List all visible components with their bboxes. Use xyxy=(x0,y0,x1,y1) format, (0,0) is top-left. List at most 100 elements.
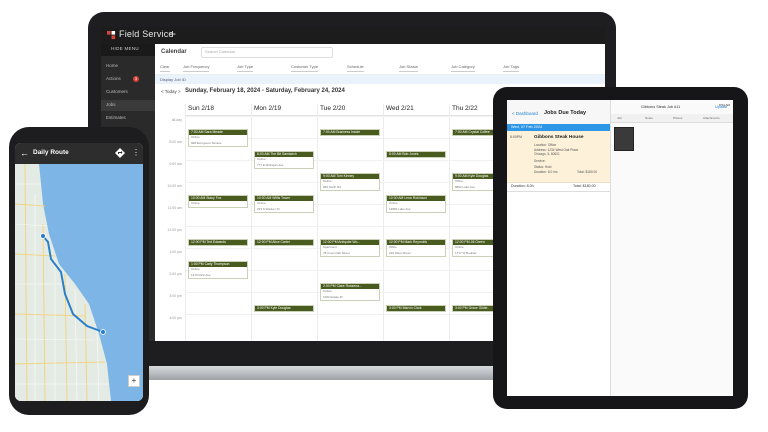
page-title: Calendar xyxy=(161,49,187,55)
job-card[interactable]: 8:00PM Gibbons Steak House Location: Off… xyxy=(507,131,610,183)
hide-menu-label: HIDE MENU xyxy=(111,46,139,51)
calendar-event[interactable]: 8:00 AM The Bit Sandwich Online 777 E Mich… xyxy=(254,151,314,170)
job-detail: Status: Hold xyxy=(534,165,552,169)
day-header-label: Thu 2/22 xyxy=(452,105,478,112)
filter-job-status[interactable]: Job Status xyxy=(399,64,418,72)
day-header[interactable]: Tue 2/20 xyxy=(317,104,383,116)
time-label: 9:00 am xyxy=(169,162,182,166)
calendar-event[interactable]: 2:00 PM Clare Rossena... Online 1002 Estat… xyxy=(320,283,380,302)
event-detail: 14860 Lake Ave xyxy=(389,206,411,211)
event-title: 3:00 PM Marvin Clark xyxy=(387,306,445,312)
info-bar: Display Job ID xyxy=(155,75,605,84)
event-title: 7:00 AM Business Inside xyxy=(321,130,379,136)
search-input[interactable]: Search Calendar xyxy=(201,47,333,58)
filter-bar: Clear Job Frequency Job Type Customer Ty… xyxy=(155,60,605,75)
dashboard-back-link[interactable]: < Dashboard xyxy=(512,111,538,116)
job-detail-pane: 8:54 AM Gibbons Steak Job #11 Update Job… xyxy=(611,100,733,396)
filter-job-category[interactable]: Job Category xyxy=(451,64,475,72)
filter-clear[interactable]: Clear xyxy=(160,64,170,72)
info-text: Display Job ID xyxy=(160,77,186,82)
today-button[interactable]: < Today > xyxy=(161,89,181,94)
tab-notes[interactable]: Notes xyxy=(645,116,653,120)
time-label: 11:00 am xyxy=(167,206,182,210)
time-label: 3:00 pm xyxy=(169,294,182,298)
filter-schedule[interactable]: Schedule xyxy=(347,64,364,72)
sidebar-item-label: Estimates xyxy=(106,115,126,120)
add-icon[interactable]: + xyxy=(169,27,176,41)
time-label: 12:00 pm xyxy=(167,228,182,232)
detail-header: Gibbons Steak Job #11 Update xyxy=(611,100,733,115)
event-detail: 983 North Rd xyxy=(323,184,341,189)
jobs-list-pane: < Dashboard Jobs Due Today Wed, 07 Feb 2… xyxy=(507,100,611,396)
day-header[interactable]: Wed 2/21 xyxy=(383,104,449,116)
actions-badge: 3 xyxy=(133,76,139,82)
zoom-in-button[interactable]: + xyxy=(128,375,140,387)
job-name: Gibbons Steak House xyxy=(534,135,584,140)
tablet-screen: < Dashboard Jobs Due Today Wed, 07 Feb 2… xyxy=(507,100,733,396)
more-icon[interactable]: ⋮ xyxy=(132,148,140,157)
sidebar-item-label: Jobs xyxy=(106,102,116,107)
summary-total: Total: $180.00 xyxy=(573,184,596,188)
event-title: 12:00 PM Alice Carter xyxy=(255,240,313,246)
filter-customer-type[interactable]: Customer Type xyxy=(291,64,319,72)
job-detail: Duration: 8.0 hrs xyxy=(534,170,558,174)
hide-menu-button[interactable]: HIDE MENU xyxy=(101,44,155,56)
date-bar: Wed, 07 Feb 2024 xyxy=(507,124,610,131)
time-label: 2:00 pm xyxy=(169,272,182,276)
grid-column-line xyxy=(251,104,252,341)
sidebar-item-estimates[interactable]: Estimates xyxy=(101,113,155,124)
event-detail: 78 Court Oak Street xyxy=(323,250,350,255)
tablet-nav: < Dashboard Jobs Due Today xyxy=(507,100,610,125)
calendar-event[interactable]: 7:00 AM Business Inside xyxy=(320,129,380,137)
phone-screen: ← Daily Route ⋮ + xyxy=(15,143,143,401)
sidebar-item-actions[interactable]: Actions 3 xyxy=(101,74,155,85)
calendar-event[interactable]: 12:00 PM Ted Edwards xyxy=(188,239,248,247)
day-header-label: Wed 2/21 xyxy=(386,105,414,112)
tab-job[interactable]: Job xyxy=(617,116,622,120)
filter-job-tags[interactable]: Job Tags xyxy=(503,64,519,72)
job-detail: Service: xyxy=(534,159,546,163)
sidebar-item-home[interactable]: Home xyxy=(101,61,155,72)
day-header[interactable]: Sun 2/18 xyxy=(185,104,251,116)
job-total: Total: $180.00 xyxy=(577,170,598,174)
calendar-event[interactable]: 3:00 PM Marvin Clark xyxy=(386,305,446,313)
back-icon[interactable]: ← xyxy=(20,148,29,158)
calendar-event[interactable]: 12:00 PM Alice Carter xyxy=(254,239,314,247)
calendar-event[interactable]: 12:00 PM Antiquite Wo... Apartment 78 Cour… xyxy=(320,239,380,258)
job-detail: Location: Office xyxy=(534,143,557,147)
directions-icon[interactable] xyxy=(115,148,125,158)
job-time: 8:00PM xyxy=(510,135,523,139)
tab-attachments[interactable]: Attachments xyxy=(703,116,720,120)
time-label: 10:00 am xyxy=(167,184,182,188)
sidebar-item-jobs[interactable]: Jobs xyxy=(101,100,155,111)
calendar-event[interactable]: 3:00 PM Kyle Douglas xyxy=(254,305,314,313)
event-detail: 233 S Wacker Dr xyxy=(257,206,280,211)
tab-photos[interactable]: Photos xyxy=(673,116,682,120)
sidebar-item-label: Customers xyxy=(106,89,128,94)
day-header[interactable]: Mon 2/19 xyxy=(251,104,317,116)
event-detail: 1470 Park Ave xyxy=(191,272,211,277)
event-title: 3:00 PM Kyle Douglas xyxy=(255,306,313,312)
logo-icon xyxy=(107,31,116,40)
event-detail: 777 E Michigan Ave xyxy=(257,162,284,167)
calendar-event[interactable]: 10:00 AM Lena Robinson Online 14860 Lake A… xyxy=(386,195,446,214)
filter-job-frequency[interactable]: Job Frequency xyxy=(183,64,210,72)
filter-job-type[interactable]: Job Type xyxy=(237,64,254,72)
calendar-event[interactable]: 10:00 AM Stacy Fox Online xyxy=(188,195,248,208)
week-range: Sunday, February 18, 2024 - Saturday, Fe… xyxy=(185,88,345,94)
job-detail: Chicago, IL 60601 xyxy=(534,152,560,156)
route-map[interactable] xyxy=(15,164,143,401)
event-title: 12:00 PM Ted Edwards xyxy=(189,240,247,246)
calendar-event[interactable]: 1:00 PM Carly Thompson Online 1470 Park Av… xyxy=(188,261,248,280)
job-photo-thumbnail[interactable] xyxy=(614,127,634,151)
calendar-event[interactable]: 9:00 AM Tom Kinney Online 983 North Rd xyxy=(320,173,380,192)
calendar-event[interactable]: 7:00 AM Sara Meade Online 908 Evergreen Te… xyxy=(188,129,248,148)
calendar-event[interactable]: 12:00 PM Mark Reynolds Office 210 West Str… xyxy=(386,239,446,258)
update-link[interactable]: Update xyxy=(715,105,727,109)
calendar-event[interactable]: 10:00 AM Willis Tower Online 233 S Wacker … xyxy=(254,195,314,214)
calendar-event[interactable]: 8:00 AM Bob Jones xyxy=(386,151,446,159)
sidebar-item-customers[interactable]: Customers xyxy=(101,87,155,98)
event-title: 8:00 AM Bob Jones xyxy=(387,152,445,158)
time-column: all-day 8:00 am 9:00 am 10:00 am 11:00 am 12:… xyxy=(155,116,186,341)
app-title: Field Service xyxy=(119,29,174,39)
